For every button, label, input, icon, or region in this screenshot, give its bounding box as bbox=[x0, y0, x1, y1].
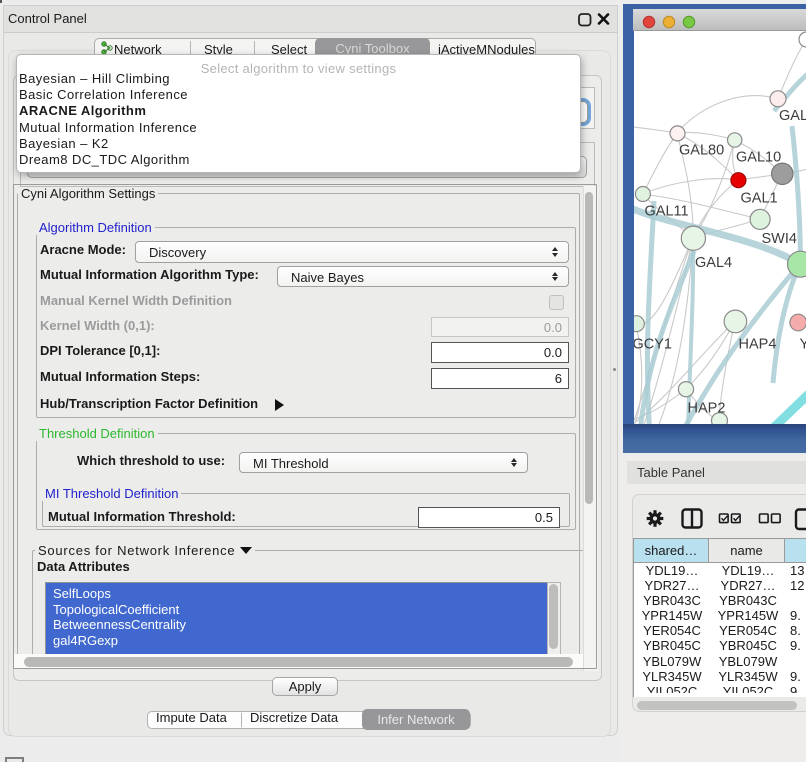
svg-text:SWI4: SWI4 bbox=[762, 231, 797, 247]
svg-text:GAL: GAL bbox=[779, 108, 806, 124]
svg-text:GAL80: GAL80 bbox=[679, 143, 724, 159]
svg-text:GAL11: GAL11 bbox=[645, 204, 689, 220]
svg-text:GAL4: GAL4 bbox=[695, 255, 732, 271]
svg-text:GCY1: GCY1 bbox=[634, 337, 672, 353]
svg-text:GAL10: GAL10 bbox=[736, 150, 781, 166]
svg-text:GAL1: GAL1 bbox=[741, 191, 778, 207]
svg-text:HAP2: HAP2 bbox=[688, 401, 726, 417]
svg-text:HAP4: HAP4 bbox=[739, 337, 777, 353]
svg-text:Y: Y bbox=[800, 337, 806, 353]
